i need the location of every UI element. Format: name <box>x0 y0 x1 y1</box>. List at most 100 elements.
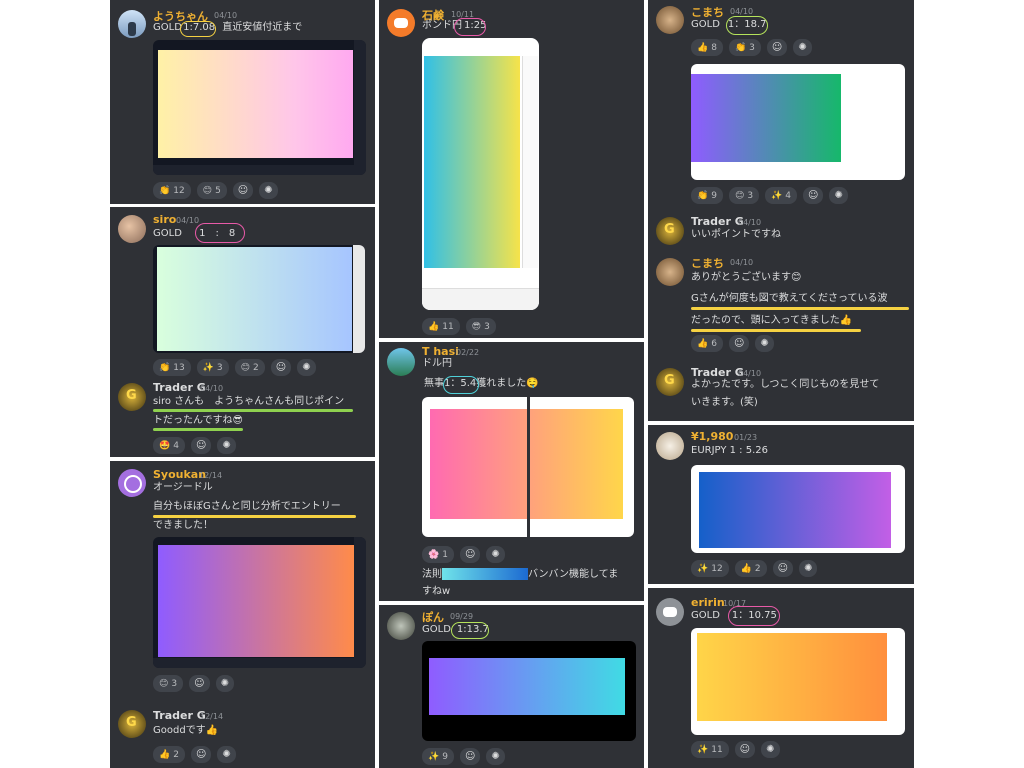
reaction-clap[interactable]: 👏 3 <box>728 39 761 56</box>
add-reaction-icon[interactable]: ☺ <box>803 187 824 204</box>
add-super-reaction-icon[interactable]: ✺ <box>217 746 236 763</box>
username[interactable]: siro <box>153 213 176 226</box>
add-super-reaction-icon[interactable]: ✺ <box>486 748 505 765</box>
risk-reward-ratio: 1：5.4 <box>444 378 477 389</box>
chat-panel-3b: ¥1,980 01/23 EURJPY 1 : 5.26 ✨ 12 👍 2 ☺ ✺ <box>648 425 914 584</box>
message-text: siro さんも ようちゃんさんも同じポイン <box>153 396 345 407</box>
reaction-smile[interactable]: 😊 2 <box>234 359 265 376</box>
username[interactable]: ¥1,980 <box>691 430 733 443</box>
reaction-thumbs-up[interactable]: 👍 2 <box>734 560 767 577</box>
reaction-thumbs-up[interactable]: 👍 8 <box>691 39 723 56</box>
add-reaction-icon[interactable]: ☺ <box>459 546 481 563</box>
highlight-underline <box>691 329 861 332</box>
add-reaction-icon[interactable]: ☺ <box>189 675 210 692</box>
message-text: GOLD <box>422 624 451 635</box>
phone-chart-screenshot[interactable] <box>422 38 539 310</box>
discord-avatar[interactable] <box>656 598 684 626</box>
reaction-thumbs-up[interactable]: 👍 2 <box>153 746 185 763</box>
chat-panel-2: 石鹸 10/11 ポンド円 1:25 👍 11 😎 3 <box>379 0 644 338</box>
add-reaction-icon[interactable]: ☺ <box>459 748 481 765</box>
message-text: Gooddです👍 <box>153 725 219 736</box>
chat-panel-3: こまち 04/10 GOLD 1：18.7 👍 8 👏 3 ☺ ✺ 👏 9 😊 3 ✨ 4 … <box>648 0 914 421</box>
discord-avatar[interactable] <box>387 9 415 37</box>
add-super-reaction-icon[interactable]: ✺ <box>486 546 505 563</box>
reaction-clap[interactable]: 👏 13 <box>153 359 191 376</box>
chart-screenshot[interactable] <box>691 64 905 180</box>
add-reaction-icon[interactable]: ☺ <box>270 359 292 376</box>
chart-screenshot[interactable] <box>153 537 366 668</box>
chart-screenshot[interactable] <box>153 245 365 353</box>
message-date: 02/22 <box>456 348 480 357</box>
risk-reward-ratio: 1:7.08 <box>183 22 216 33</box>
reaction-sparkles[interactable]: ✨ 4 <box>765 187 798 204</box>
reaction-sparkles[interactable]: ✨ 12 <box>691 560 729 577</box>
risk-reward-ratio: 1：10.75 <box>731 610 777 621</box>
add-super-reaction-icon[interactable]: ✺ <box>829 187 848 204</box>
add-super-reaction-icon[interactable]: ✺ <box>761 741 780 758</box>
add-reaction-icon[interactable]: ☺ <box>190 746 212 763</box>
risk-reward-ratio: 1 : 8 <box>199 228 236 239</box>
user-avatar[interactable]: G <box>118 383 146 411</box>
message-text: だったので、頭に入ってきました👍 <box>691 315 853 326</box>
add-super-reaction-icon[interactable]: ✺ <box>755 335 774 352</box>
reaction-cool[interactable]: 😎 3 <box>465 318 496 335</box>
chart-screenshot[interactable] <box>691 628 905 735</box>
message-text: GOLD <box>153 22 182 33</box>
add-reaction-icon[interactable]: ☺ <box>232 182 254 199</box>
user-avatar[interactable] <box>118 215 146 243</box>
reaction-clap[interactable]: 👏 12 <box>153 182 191 199</box>
add-super-reaction-icon[interactable]: ✺ <box>799 560 818 577</box>
reaction-sparkles[interactable]: ✨ 3 <box>196 359 229 376</box>
user-avatar[interactable]: G <box>118 710 146 738</box>
user-avatar[interactable] <box>387 612 415 640</box>
reaction-star-eyes[interactable]: 🤩 4 <box>153 437 185 454</box>
add-reaction-icon[interactable]: ☺ <box>728 335 750 352</box>
message-date: 10/17 <box>723 599 747 608</box>
user-avatar[interactable] <box>656 432 684 460</box>
user-avatar[interactable] <box>656 258 684 286</box>
chart-screenshot[interactable] <box>691 465 905 553</box>
username[interactable]: Trader G <box>153 709 206 722</box>
chat-panel-1: ようちゃん 04/10 GOLD 1:7.08 直近安値付近まで 👏 12 😊 5 … <box>110 0 375 457</box>
chart-screenshot[interactable] <box>153 40 366 175</box>
add-super-reaction-icon[interactable]: ✺ <box>297 359 316 376</box>
add-reaction-icon[interactable]: ☺ <box>772 560 794 577</box>
user-avatar[interactable]: G <box>656 368 684 396</box>
user-avatar[interactable] <box>656 6 684 34</box>
user-avatar[interactable] <box>118 10 146 38</box>
add-reaction-icon[interactable]: ☺ <box>734 741 756 758</box>
reaction-smile[interactable]: 😊 3 <box>728 187 760 204</box>
add-super-reaction-icon[interactable]: ✺ <box>793 39 812 56</box>
chat-panel-2c: ぽん 09/29 GOLD 1:13.7 ✨ 9 ☺ ✺ <box>379 605 644 768</box>
chart-screenshot[interactable] <box>422 641 636 741</box>
reaction-sparkles[interactable]: ✨ 9 <box>422 748 454 765</box>
username[interactable]: Trader G <box>153 381 206 394</box>
message-text: いいポイントですね <box>691 229 781 240</box>
reaction-smile[interactable]: 😊 5 <box>196 182 227 199</box>
add-super-reaction-icon[interactable]: ✺ <box>259 182 278 199</box>
message-date: 04/10 <box>176 216 200 225</box>
message-text: 自分もほぼGさんと同じ分析でエントリー <box>153 501 341 512</box>
user-avatar[interactable]: G <box>656 217 684 245</box>
add-reaction-icon[interactable]: ☺ <box>190 437 212 454</box>
reaction-smile[interactable]: 😊 3 <box>153 675 184 692</box>
blurred-text <box>442 568 528 580</box>
add-super-reaction-icon[interactable]: ✺ <box>215 675 234 692</box>
risk-reward-ratio: 1:13.7 <box>456 624 489 635</box>
message-text: EURJPY 1 : 5.26 <box>691 445 768 456</box>
reaction-sparkles[interactable]: ✨ 11 <box>691 741 729 758</box>
message-text: すねw <box>422 586 451 597</box>
reaction-thumbs-up[interactable]: 👍 6 <box>691 335 723 352</box>
add-super-reaction-icon[interactable]: ✺ <box>217 437 236 454</box>
add-reaction-icon[interactable]: ☺ <box>766 39 788 56</box>
reaction-thumbs-up[interactable]: 👍 11 <box>422 318 460 335</box>
user-avatar[interactable] <box>118 469 146 497</box>
chart-screenshot[interactable] <box>422 397 634 537</box>
message-text: GOLD <box>691 19 720 30</box>
message-date: 04/10 <box>730 258 754 267</box>
user-avatar[interactable] <box>387 348 415 376</box>
message-date: 04/10 <box>738 218 762 227</box>
reaction-clap[interactable]: 👏 9 <box>691 187 723 204</box>
reaction-blossom[interactable]: 🌸 1 <box>422 546 454 563</box>
username[interactable]: こまち <box>691 255 724 271</box>
